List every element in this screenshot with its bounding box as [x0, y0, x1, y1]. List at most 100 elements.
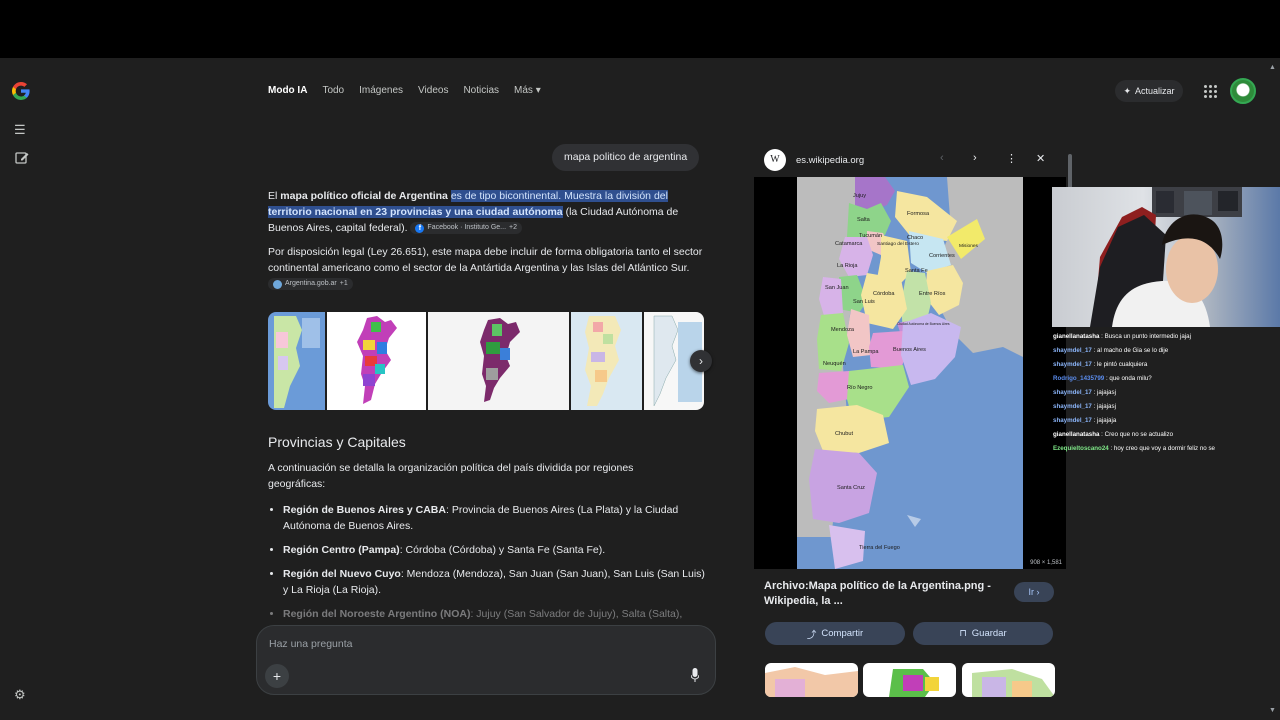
scroll-down-icon[interactable]: ▼ — [1269, 707, 1276, 714]
image-title[interactable]: Archivo:Mapa político de la Argentina.pn… — [764, 579, 999, 609]
map-label-entrerios: Entre Ríos — [919, 291, 946, 297]
map-label-formosa: Formosa — [907, 211, 930, 217]
sparkle-icon: ✦ — [1123, 85, 1132, 96]
image-thumbnail[interactable] — [268, 312, 325, 410]
carousel-next-button[interactable]: › — [690, 350, 712, 372]
chat-text: : que onda milu? — [1105, 375, 1152, 382]
next-icon[interactable]: › — [973, 152, 977, 164]
chat-text: : Busca un punto intermedio jajaj — [1101, 333, 1191, 340]
chat-user: shaymdel_17 — [1053, 417, 1092, 424]
map-label-santiago: Santiago del Estero — [877, 241, 919, 247]
source-chip-argentina-gob[interactable]: Argentina.gob.ar +1 — [268, 278, 353, 291]
ask-input-placeholder[interactable]: Haz una pregunta — [269, 638, 352, 650]
facebook-icon: f — [415, 223, 425, 233]
google-logo-icon[interactable] — [12, 82, 30, 100]
panel-source[interactable]: es.wikipedia.org — [796, 155, 864, 166]
tab-mas[interactable]: Más ▾ — [514, 85, 541, 96]
image-thumbnail[interactable] — [327, 312, 426, 410]
chat-text: : hoy creo que voy a dormir feliz no se — [1110, 445, 1216, 452]
map-label-rionegro: Río Negro — [847, 385, 873, 391]
map-label-neuquen: Neuquén — [823, 361, 846, 367]
map-label-sanluis: San Luis — [853, 299, 875, 305]
share-icon: ⤴ — [806, 629, 817, 641]
list-item: Región Centro (Pampa): Córdoba (Córdoba)… — [283, 542, 713, 558]
chat-message: Rodrigo_1435799 : que onda milu? — [1053, 372, 1279, 386]
tab-videos[interactable]: Videos — [418, 85, 448, 96]
panel-header: W es.wikipedia.org ‹ › ⋮ ✕ — [754, 144, 1066, 176]
chat-text: : jajajasj — [1093, 403, 1116, 410]
apps-grid-icon[interactable] — [1204, 85, 1217, 98]
answer-text: Por disposición legal (Ley 26.651), este… — [268, 246, 703, 274]
update-button[interactable]: ✦ Actualizar — [1115, 80, 1183, 102]
chat-user: shaymdel_17 — [1053, 347, 1092, 354]
chat-user: shaymdel_17 — [1053, 361, 1092, 368]
previous-icon[interactable]: ‹ — [940, 152, 944, 164]
map-label-chaco: Chaco — [907, 235, 923, 241]
answer-paragraph-1: El mapa político oficial de Argentina es… — [268, 188, 704, 236]
close-icon[interactable]: ✕ — [1036, 152, 1045, 165]
map-label-caba: Ciudad Autónoma de Buenos Aires — [897, 322, 950, 326]
chat-user: Ezequieltoscano24 — [1053, 445, 1109, 452]
tab-imagenes[interactable]: Imágenes — [359, 85, 403, 96]
ask-box[interactable]: Haz una pregunta + — [256, 625, 716, 695]
tab-noticias[interactable]: Noticias — [463, 85, 499, 96]
list-item-title: Región del Noroeste Argentino (NOA) — [283, 608, 471, 620]
map-label-sanjuan: San Juan — [825, 285, 849, 291]
list-item-title: Región del Nuevo Cuyo — [283, 568, 401, 580]
related-image-thumbnail[interactable] — [863, 663, 956, 697]
search-tabs: Modo IA Todo Imágenes Videos Noticias Má… — [268, 85, 541, 96]
share-button[interactable]: ⤴ Compartir — [765, 622, 905, 645]
map-label-santafe: Santa Fe — [905, 268, 928, 274]
chat-user: shaymdel_17 — [1053, 389, 1092, 396]
image-preview-panel: W es.wikipedia.org ‹ › ⋮ ✕ Jujuy Salta F… — [754, 144, 1066, 698]
list-item-text: : Córdoba (Córdoba) y Santa Fe (Santa Fe… — [399, 544, 606, 556]
chat-message: shaymdel_17 : jajajaja — [1053, 414, 1279, 428]
map-label-jujuy: Jujuy — [853, 193, 866, 199]
avatar[interactable] — [1230, 78, 1256, 104]
related-image-thumbnail[interactable] — [765, 663, 858, 697]
map-label-chubut: Chubut — [835, 431, 853, 437]
microphone-icon[interactable] — [691, 668, 699, 682]
image-dimensions: 908 × 1,581 — [1030, 560, 1062, 566]
scroll-up-icon[interactable]: ▲ — [1269, 64, 1276, 71]
source-label: Facebook · Instituto Ge... — [427, 224, 507, 232]
related-image-thumbnail[interactable] — [962, 663, 1055, 697]
chat-message: shaymdel_17 : le pintó cualquiera — [1053, 358, 1279, 372]
source-label: Argentina.gob.ar — [285, 280, 337, 288]
map-label-corrientes: Corrientes — [929, 253, 955, 259]
add-button[interactable]: + — [265, 664, 289, 688]
chat-user: shaymdel_17 — [1053, 403, 1092, 410]
share-label: Compartir — [821, 628, 864, 639]
more-options-icon[interactable]: ⋮ — [1006, 152, 1017, 165]
save-button[interactable]: ⊓ Guardar — [913, 622, 1053, 645]
image-thumbnail[interactable] — [428, 312, 569, 410]
menu-icon[interactable]: ☰ — [14, 122, 30, 138]
go-button[interactable]: Ir › — [1014, 582, 1054, 602]
chat-message: shaymdel_17 : al macho de Gia se lo dije — [1053, 344, 1279, 358]
chat-text: : al macho de Gia se lo dije — [1093, 347, 1169, 354]
answer-text: El — [268, 190, 281, 202]
edit-icon[interactable] — [14, 150, 30, 166]
list-item-text: : Jujuy (San Salvador de Jujuy), Salta (… — [470, 608, 683, 620]
chat-text: : jajajaja — [1093, 417, 1117, 424]
list-item-title: Región de Buenos Aires y CABA — [283, 504, 446, 516]
list-item: Región del Noroeste Argentino (NOA): Juj… — [283, 606, 713, 622]
image-thumbnail[interactable] — [571, 312, 642, 410]
tab-todo[interactable]: Todo — [322, 85, 344, 96]
tab-modo-ia[interactable]: Modo IA — [268, 85, 307, 96]
source-more: +2 — [509, 224, 517, 232]
wikipedia-icon: W — [764, 149, 786, 171]
provinces-list: Región de Buenos Aires y CABA: Provincia… — [268, 502, 713, 630]
list-item-title: Región Centro (Pampa) — [283, 544, 400, 556]
map-label-lapampa: La Pampa — [853, 349, 879, 355]
chat-user: gianellanatasha — [1053, 431, 1100, 438]
image-viewer[interactable]: Jujuy Salta Formosa Tucumán Chaco Catama… — [754, 177, 1066, 569]
map-label-mendoza: Mendoza — [831, 327, 855, 333]
settings-gear-icon[interactable]: ⚙ — [14, 687, 26, 703]
chat-user: gianellanatasha — [1053, 333, 1100, 340]
source-chip-facebook[interactable]: f Facebook · Instituto Ge... +2 — [410, 222, 522, 235]
chat-text: : jajajasj — [1093, 389, 1116, 396]
answer-bold: mapa político oficial de Argentina — [280, 190, 448, 202]
chat-message: gianellanatasha : Creo que no se actuali… — [1053, 428, 1279, 442]
chat-text: : Creo que no se actualizo — [1101, 431, 1174, 438]
